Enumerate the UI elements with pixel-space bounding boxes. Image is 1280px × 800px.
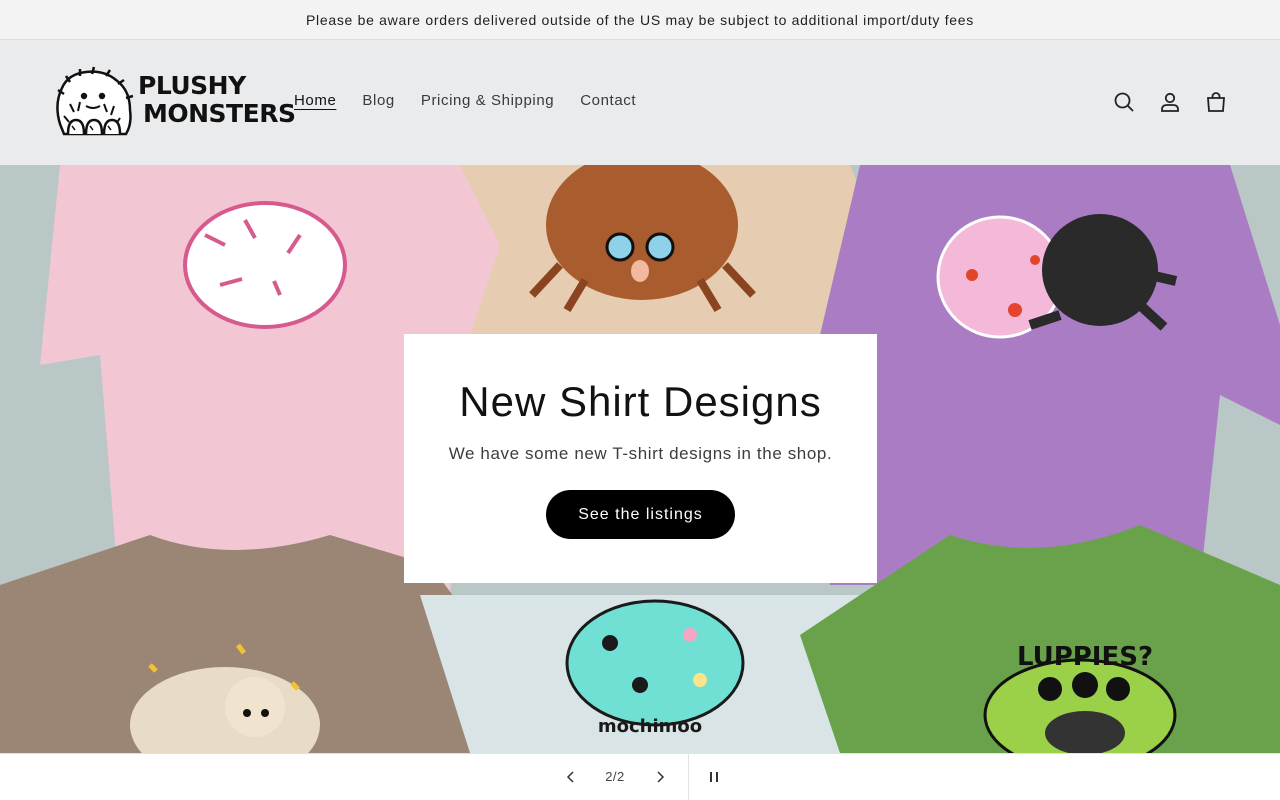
nav-home[interactable]: Home xyxy=(294,92,336,109)
logo-line-2: MONSTERS xyxy=(143,99,296,128)
main-nav: Home Blog Pricing & Shipping Contact xyxy=(294,92,662,109)
announcement-bar: Please be aware orders delivered outside… xyxy=(0,0,1280,40)
controls-divider xyxy=(688,754,689,800)
chevron-right-icon[interactable] xyxy=(645,754,675,800)
header-actions xyxy=(1108,86,1246,118)
account-icon[interactable] xyxy=(1154,86,1186,118)
hero-content-box: New Shirt Designs We have some new T-shi… xyxy=(404,334,877,583)
teal-spider-caption: mochimoo xyxy=(598,716,702,737)
chevron-left-icon[interactable] xyxy=(556,754,586,800)
site-header: PLUSHY MONSTERS Home Blog Pricing & Ship… xyxy=(0,40,1280,165)
pause-icon[interactable] xyxy=(700,754,728,800)
slideshow-controls: 2/2 xyxy=(0,753,1280,800)
pink-spider-print xyxy=(183,201,347,329)
nav-blog[interactable]: Blog xyxy=(362,92,394,109)
search-icon[interactable] xyxy=(1108,86,1140,118)
cart-icon[interactable] xyxy=(1200,86,1232,118)
nav-pricing-shipping[interactable]: Pricing & Shipping xyxy=(421,92,554,109)
logo-monster-icon xyxy=(56,66,134,136)
hero-banner: mochimoo LUPPIES? New Shirt Designs We h… xyxy=(0,165,1280,753)
logo-wordmark: PLUSHY MONSTERS xyxy=(138,71,296,128)
logo[interactable]: PLUSHY MONSTERS xyxy=(50,64,296,140)
slide-counter: 2/2 xyxy=(605,769,625,784)
see-listings-button[interactable]: See the listings xyxy=(546,490,735,539)
hero-subtitle: We have some new T-shirt designs in the … xyxy=(448,444,833,463)
logo-line-1: PLUSHY xyxy=(138,71,246,100)
announcement-text: Please be aware orders delivered outside… xyxy=(306,11,974,28)
nav-contact[interactable]: Contact xyxy=(580,92,636,109)
green-shirt-caption: LUPPIES? xyxy=(1017,642,1153,672)
hero-title: New Shirt Designs xyxy=(459,378,822,425)
